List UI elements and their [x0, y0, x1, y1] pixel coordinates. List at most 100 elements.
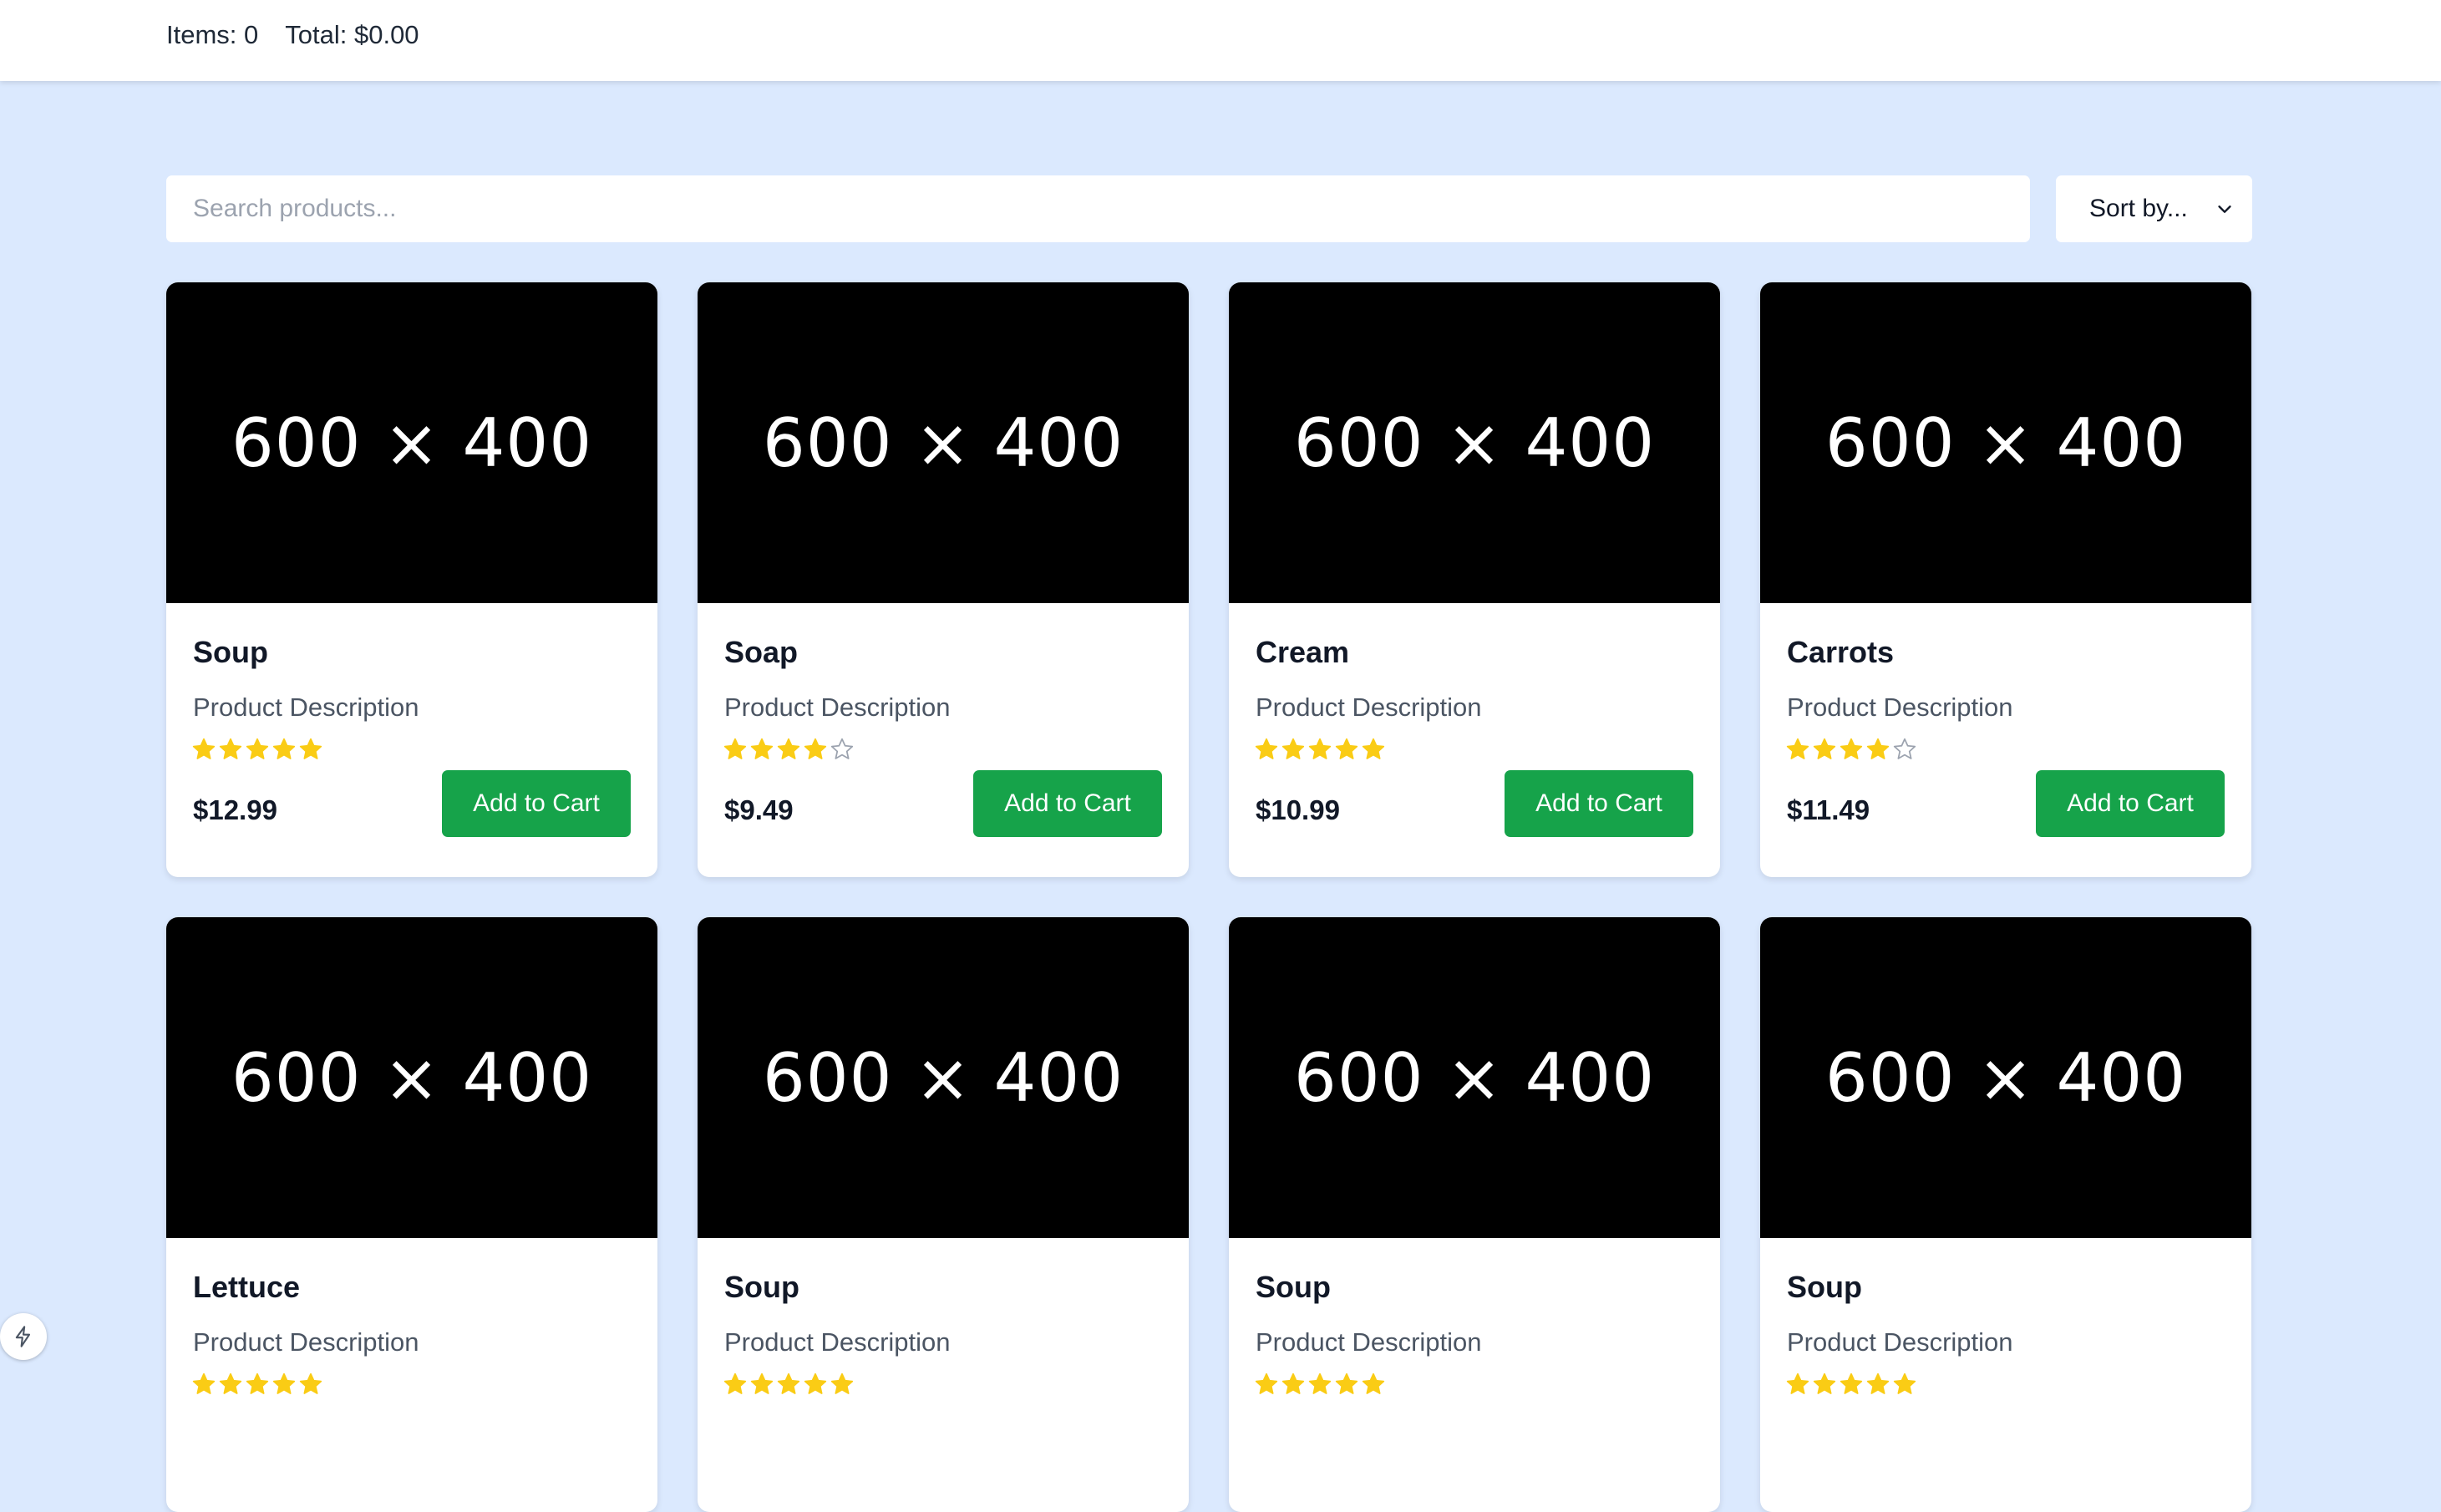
- star-filled-icon: [1308, 738, 1332, 759]
- image-placeholder-text: 600 × 400: [762, 403, 1124, 482]
- product-card: 600 × 400 Cream Product Description $10.…: [1229, 282, 1720, 877]
- star-filled-icon: [777, 1372, 800, 1394]
- product-controls: Sort by...: [166, 175, 2252, 242]
- star-filled-icon: [1786, 738, 1809, 759]
- star-filled-icon: [750, 738, 774, 759]
- star-filled-icon: [219, 1372, 242, 1394]
- product-image: 600 × 400: [166, 917, 657, 1238]
- star-filled-icon: [1281, 1372, 1305, 1394]
- star-filled-icon: [830, 1372, 854, 1394]
- product-card: 600 × 400 Carrots Product Description $1…: [1760, 282, 2251, 877]
- product-rating: [1785, 1372, 1917, 1397]
- cart-total: Total: $0.00: [285, 20, 419, 49]
- image-placeholder-text: 600 × 400: [1293, 1038, 1656, 1117]
- product-image: 600 × 400: [166, 282, 657, 603]
- product-image: 600 × 400: [1229, 282, 1720, 603]
- star-filled-icon: [219, 738, 242, 759]
- star-filled-icon: [1281, 738, 1305, 759]
- product-rating: [723, 1372, 855, 1397]
- product-name: Soup: [193, 635, 268, 669]
- top-bar: Items: 0 Total: $0.00: [0, 0, 2441, 81]
- star-filled-icon: [1866, 738, 1890, 759]
- star-filled-icon: [777, 738, 800, 759]
- product-name: Lettuce: [193, 1270, 301, 1304]
- cart-summary: Items: 0 Total: $0.00: [166, 0, 419, 70]
- star-filled-icon: [723, 738, 747, 759]
- add-to-cart-button[interactable]: Add to Cart: [1505, 770, 1693, 837]
- product-name: Cream: [1256, 635, 1350, 669]
- star-filled-icon: [1813, 738, 1836, 759]
- star-filled-icon: [1840, 1372, 1863, 1394]
- image-placeholder-text: 600 × 400: [231, 1038, 593, 1117]
- chevron-down-icon: [2218, 205, 2231, 213]
- image-placeholder-text: 600 × 400: [1293, 403, 1656, 482]
- star-filled-icon: [1362, 1372, 1385, 1394]
- product-image: 600 × 400: [1760, 917, 2251, 1238]
- product-price: $11.49: [1787, 794, 1870, 825]
- product-rating: [1254, 1372, 1386, 1397]
- star-filled-icon: [272, 1372, 296, 1394]
- sort-select[interactable]: Sort by...: [2056, 175, 2252, 242]
- dev-tools-button[interactable]: [0, 1313, 47, 1360]
- star-filled-icon: [750, 1372, 774, 1394]
- star-filled-icon: [1335, 1372, 1358, 1394]
- product-price: $10.99: [1256, 794, 1340, 825]
- product-description: Product Description: [1787, 1327, 2013, 1357]
- product-description: Product Description: [1256, 1327, 1482, 1357]
- star-filled-icon: [1335, 738, 1358, 759]
- product-description: Product Description: [193, 693, 419, 722]
- product-card: 600 × 400 Soap Product Description $9.49…: [698, 282, 1189, 877]
- product-name: Soup: [1787, 1270, 1862, 1304]
- add-to-cart-button[interactable]: Add to Cart: [2036, 770, 2225, 837]
- search-input[interactable]: [166, 175, 2030, 242]
- star-filled-icon: [1308, 1372, 1332, 1394]
- star-filled-icon: [804, 738, 827, 759]
- product-image: 600 × 400: [1760, 282, 2251, 603]
- star-filled-icon: [192, 738, 216, 759]
- product-description: Product Description: [724, 1327, 951, 1357]
- product-image: 600 × 400: [698, 917, 1189, 1238]
- product-price: $12.99: [193, 794, 277, 825]
- image-placeholder-text: 600 × 400: [1824, 403, 2187, 482]
- star-filled-icon: [1255, 738, 1278, 759]
- add-to-cart-button[interactable]: Add to Cart: [973, 770, 1162, 837]
- star-filled-icon: [1866, 1372, 1890, 1394]
- image-placeholder-text: 600 × 400: [1824, 1038, 2187, 1117]
- star-filled-icon: [1813, 1372, 1836, 1394]
- star-filled-icon: [246, 1372, 269, 1394]
- product-card: 600 × 400 Soup Product Description: [698, 917, 1189, 1512]
- star-filled-icon: [299, 738, 322, 759]
- product-description: Product Description: [724, 693, 951, 722]
- product-card: 600 × 400 Soup Product Description: [1229, 917, 1720, 1512]
- product-name: Soap: [724, 635, 799, 669]
- star-filled-icon: [192, 1372, 216, 1394]
- product-image: 600 × 400: [698, 282, 1189, 603]
- star-filled-icon: [299, 1372, 322, 1394]
- product-card: 600 × 400 Soup Product Description $12.9…: [166, 282, 657, 877]
- star-filled-icon: [1255, 1372, 1278, 1394]
- product-rating: [191, 1372, 323, 1397]
- lightning-icon: [15, 1326, 31, 1347]
- star-filled-icon: [246, 738, 269, 759]
- star-empty-icon: [1893, 738, 1916, 759]
- star-filled-icon: [1362, 738, 1385, 759]
- product-description: Product Description: [1787, 693, 2013, 722]
- product-card: 600 × 400 Lettuce Product Description: [166, 917, 657, 1512]
- product-name: Soup: [724, 1270, 799, 1304]
- star-empty-icon: [830, 738, 854, 759]
- product-price: $9.49: [724, 794, 794, 825]
- star-filled-icon: [1786, 1372, 1809, 1394]
- add-to-cart-button[interactable]: Add to Cart: [442, 770, 631, 837]
- product-name: Soup: [1256, 1270, 1331, 1304]
- product-description: Product Description: [193, 1327, 419, 1357]
- cart-items-count: Items: 0: [166, 20, 259, 49]
- product-rating: [1254, 737, 1386, 762]
- image-placeholder-text: 600 × 400: [231, 403, 593, 482]
- product-rating: [1785, 737, 1917, 762]
- product-grid: 600 × 400 Soup Product Description $12.9…: [166, 282, 2252, 1512]
- product-card: 600 × 400 Soup Product Description: [1760, 917, 2251, 1512]
- star-filled-icon: [272, 738, 296, 759]
- product-rating: [191, 737, 323, 762]
- image-placeholder-text: 600 × 400: [762, 1038, 1124, 1117]
- product-name: Carrots: [1787, 635, 1895, 669]
